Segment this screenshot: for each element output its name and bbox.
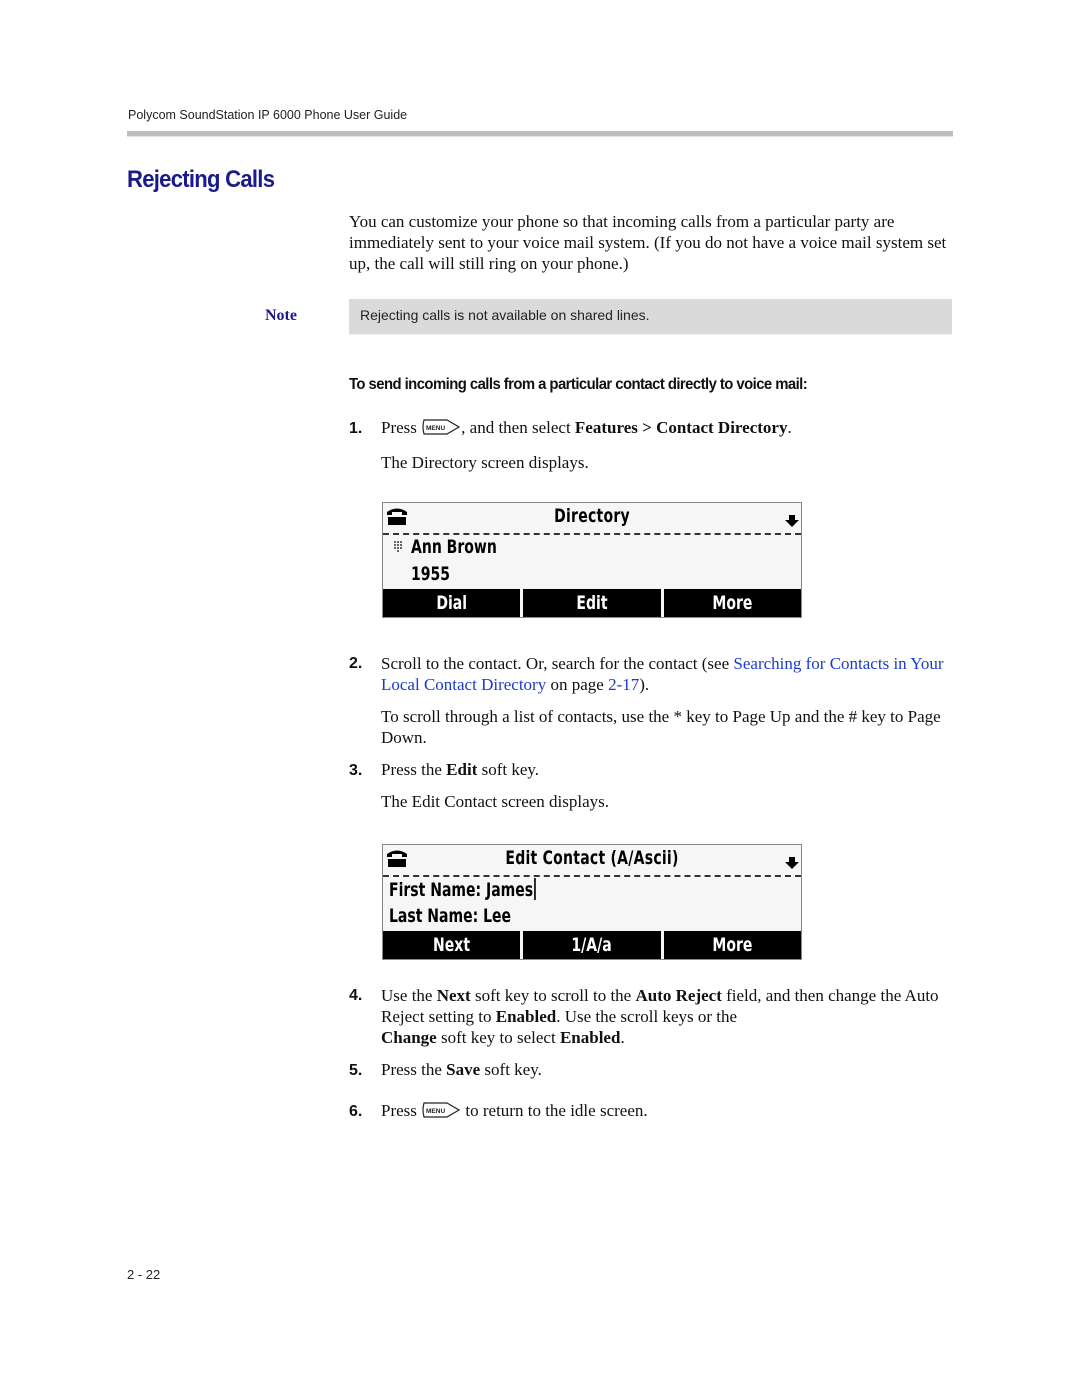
text-cursor [533, 878, 536, 900]
step-4: 4. Use the Next soft key to scroll to th… [349, 986, 939, 1047]
running-header: Polycom SoundStation IP 6000 Phone User … [128, 108, 408, 122]
step-1-result: The Directory screen displays. [381, 453, 589, 472]
step-3-result: The Edit Contact screen displays. [381, 792, 610, 811]
step-2-subtext: To scroll through a list of contacts, us… [381, 707, 941, 747]
handset-icon [387, 850, 407, 867]
softkey-bar: Next 1/A/a More [383, 931, 801, 959]
contact-name: Ann Brown [411, 536, 497, 558]
menu-key-icon: MENU [422, 1102, 461, 1118]
step-3: 3. Press the Edit soft key. [349, 760, 540, 779]
step-2: 2. Scroll to the contact. Or, search for… [349, 654, 944, 694]
screen-title: Edit Contact (A/Ascii) [505, 847, 679, 869]
step-6: 6. Press MENU to return to the idle scre… [349, 1101, 648, 1120]
softkey-input-mode[interactable]: 1/A/a [523, 931, 661, 959]
step-number: 1. [349, 420, 363, 437]
softkey-more[interactable]: More [663, 931, 801, 959]
softkey-more[interactable]: More [663, 589, 801, 617]
softkey-edit[interactable]: Edit [523, 589, 661, 617]
divider [383, 875, 801, 877]
note-label: Note [265, 307, 297, 324]
softkey-next[interactable]: Next [383, 931, 521, 959]
scroll-down-icon [785, 857, 799, 869]
screen-title: Directory [554, 505, 630, 527]
note-text: Rejecting calls is not available on shar… [360, 307, 650, 323]
procedure-heading: To send incoming calls from a particular… [349, 376, 808, 393]
softkey-bar: Dial Edit More [383, 589, 801, 617]
page-number: 2 - 22 [127, 1267, 161, 1282]
step-5: 5. Press the Save soft key. [349, 1060, 542, 1079]
note-box: Rejecting calls is not available on shar… [349, 299, 952, 335]
keypad-icon [394, 541, 402, 552]
svg-text:MENU: MENU [426, 1108, 445, 1115]
step-1: 1. Press MENU , and then select Features… [349, 418, 792, 437]
handset-icon [387, 508, 407, 525]
menu-key-icon: MENU [422, 419, 461, 435]
contact-number: 1955 [411, 563, 451, 585]
directory-screen: Directory Ann Brown 1955 Dial Edit More [382, 502, 802, 618]
svg-text:MENU: MENU [426, 425, 445, 432]
section-title: Rejecting Calls [127, 166, 275, 193]
softkey-dial[interactable]: Dial [383, 589, 521, 617]
scroll-down-icon [785, 515, 799, 527]
header-rule [127, 131, 953, 137]
first-name-field[interactable]: First Name: James [389, 878, 536, 901]
last-name-field[interactable]: Last Name: Lee [389, 905, 511, 927]
intro-paragraph: You can customize your phone so that inc… [349, 212, 947, 273]
link-page-2-17[interactable]: 2-17 [608, 675, 639, 694]
edit-contact-screen: Edit Contact (A/Ascii) First Name: James… [382, 844, 802, 960]
divider [383, 533, 801, 535]
